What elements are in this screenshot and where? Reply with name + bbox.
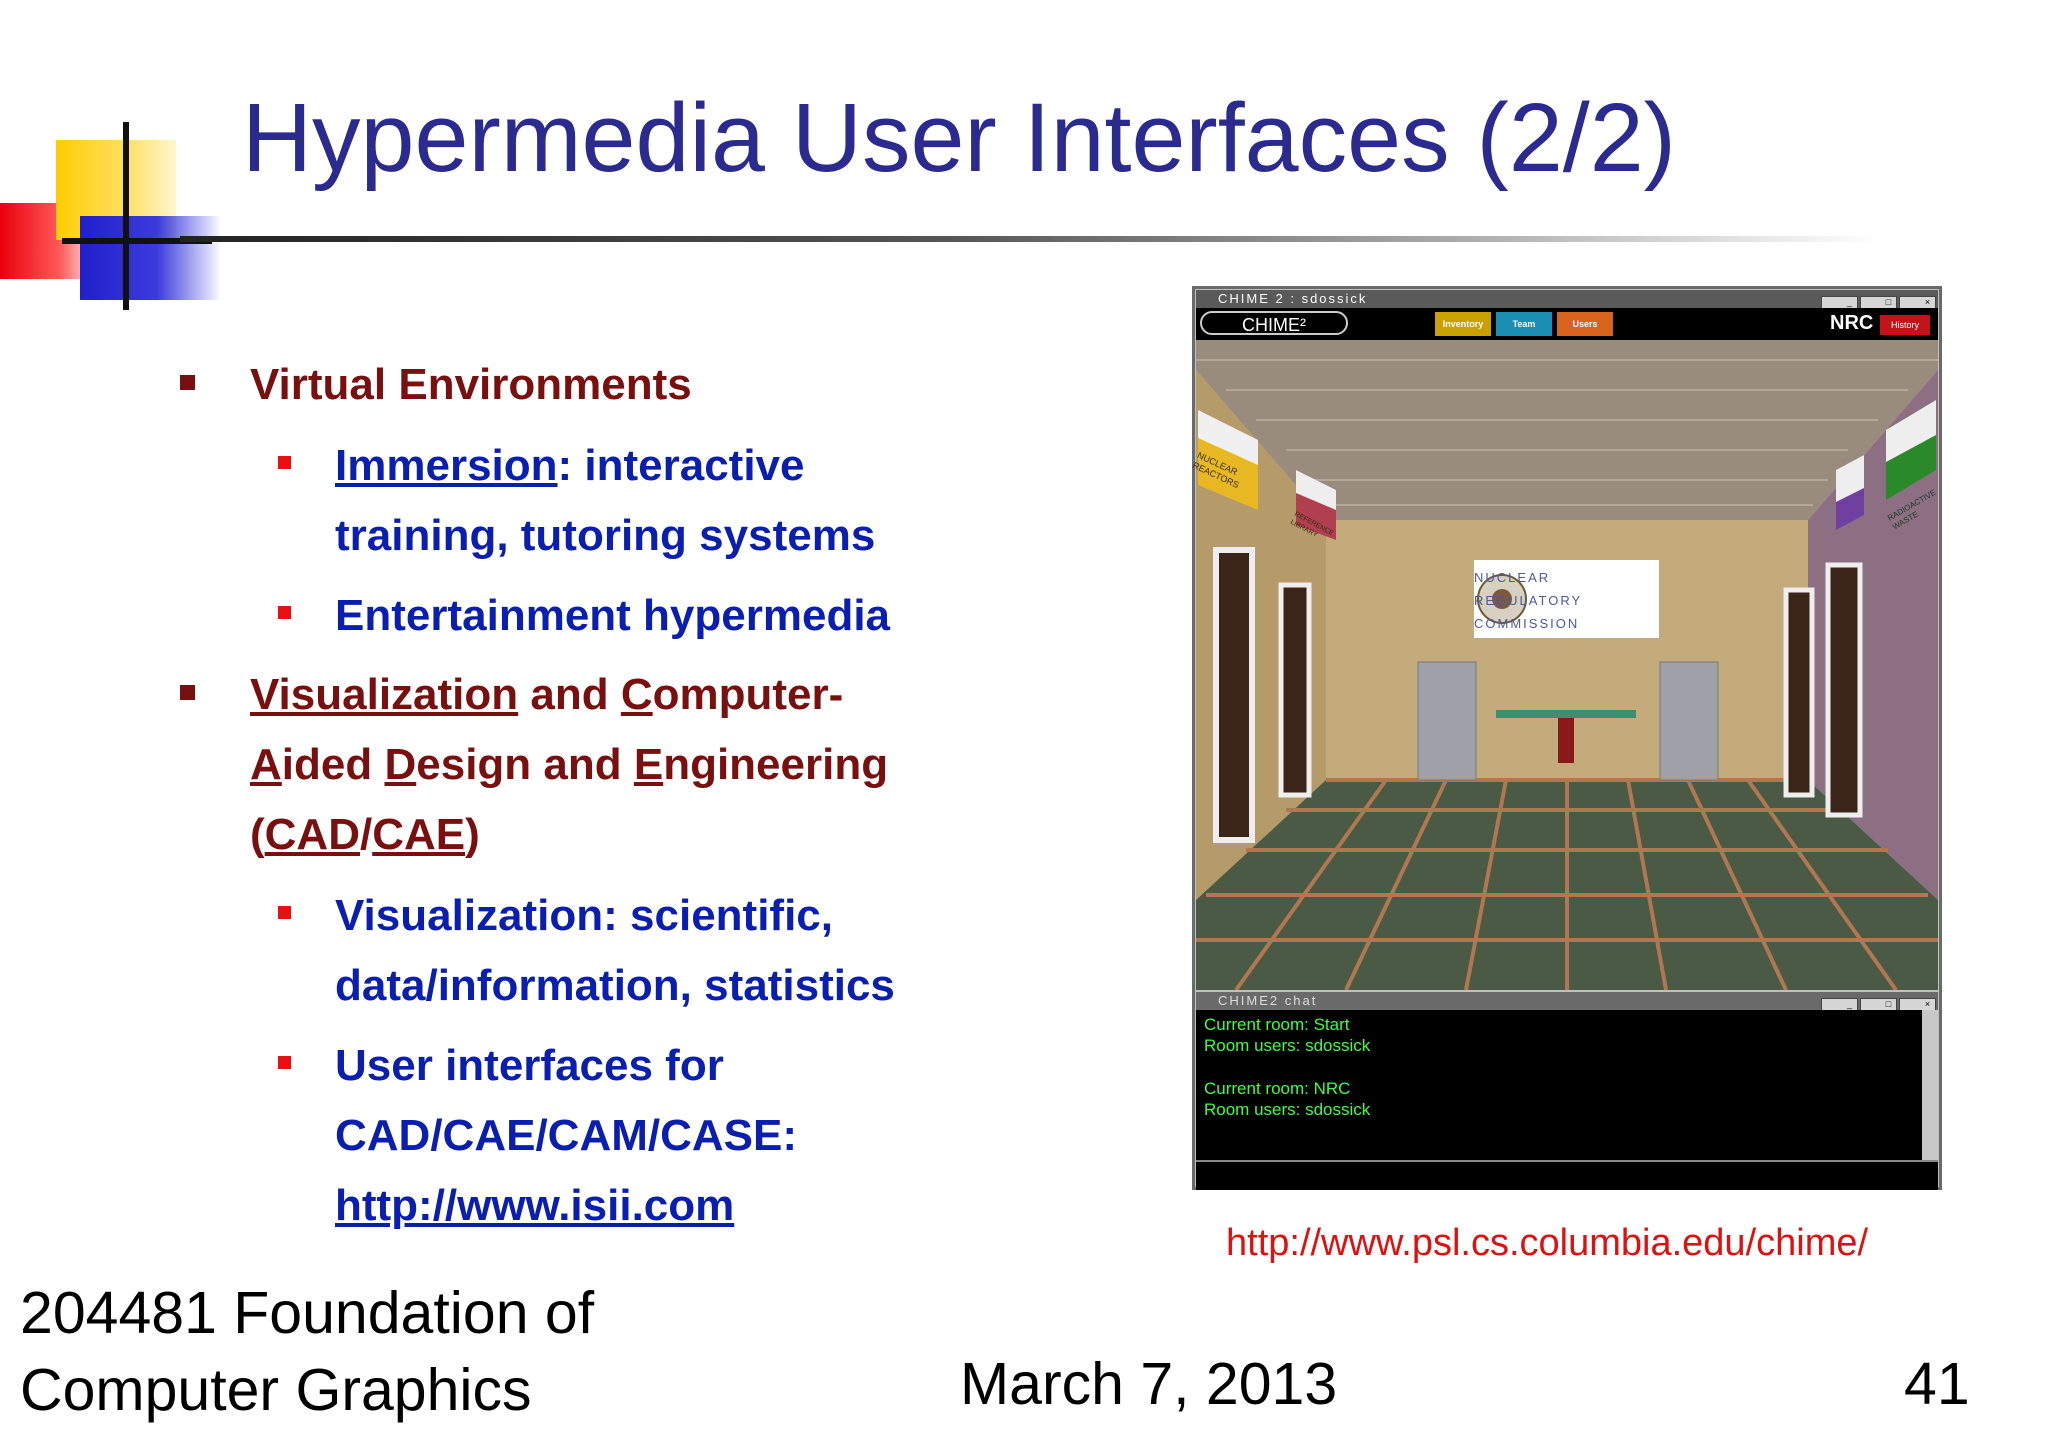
filing-cabinet-right (1659, 661, 1719, 781)
footer-date: March 7, 2013 (960, 1351, 1338, 1417)
page-number: 41 (1904, 1351, 1970, 1417)
footer-course-line-2: Computer Graphics (20, 1357, 532, 1423)
slide-title: Hypermedia User Interfaces (2/2) (242, 83, 1676, 192)
room-name: NRC (1830, 312, 1874, 334)
immersion-text: : interactive (557, 441, 805, 490)
footer-course: 204481 Foundation of Computer Graphics (20, 1275, 594, 1429)
bullet-marker (180, 685, 195, 700)
nrc-sign-line: COMMISSION (1474, 616, 1580, 631)
bullet-text: ngineering (663, 740, 889, 789)
sub-bullet-marker (278, 906, 291, 919)
filing-cabinet-left (1417, 661, 1477, 781)
chat-titlebar: CHIME2 chat _ □ × (1196, 992, 1938, 1012)
sub-bullet-visualization: Visualization: scientific, (335, 891, 833, 940)
underlined-letter: C (620, 670, 653, 719)
history-button[interactable]: History (1880, 315, 1930, 335)
virtual-room-scene (1196, 340, 1938, 990)
left-door-2 (1278, 582, 1312, 798)
immersion-line-2: training, tutoring systems (335, 511, 876, 560)
bullet-visualization-cad: Visualization and Computer- (250, 670, 843, 720)
nrc-sign-line: NUCLEAR (1474, 570, 1551, 585)
chat-line: Room users: sdossick (1204, 1036, 1371, 1055)
logo-vertical-line (123, 122, 129, 310)
underlined-letter: D (384, 740, 417, 789)
logo-blue-block (80, 216, 220, 300)
title-rule (180, 236, 1880, 242)
right-door-2 (1825, 562, 1863, 818)
chime-logo: CHIME² (1200, 311, 1348, 335)
isii-link[interactable]: http://www.isii.com (335, 1181, 734, 1231)
bullet-visualization-cad-line-2: Aided Design and Engineering (250, 740, 888, 790)
nav-users[interactable]: Users (1557, 312, 1613, 336)
bullet-text: ) (465, 810, 480, 859)
nav-team[interactable]: Team (1496, 312, 1552, 336)
left-door-1 (1213, 547, 1255, 843)
bullet-text: ided (281, 740, 385, 789)
chat-input[interactable] (1196, 1160, 1938, 1190)
chime-source-link[interactable]: http://www.psl.cs.columbia.edu/chime/ (1226, 1222, 1868, 1265)
chime-window-title: CHIME 2 : sdossick (1218, 291, 1368, 306)
visualization-link[interactable]: Visualization (250, 670, 518, 719)
bullet-marker (180, 375, 195, 390)
nrc-sign-text: NUCLEAR REGULATORY COMMISSION (1474, 566, 1582, 635)
sub-bullet-visualization-line-2: data/information, statistics (335, 961, 895, 1010)
cad-link[interactable]: CAD (265, 810, 360, 859)
sub-bullet-marker (278, 1056, 291, 1069)
chat-line: Current room: Start (1204, 1015, 1350, 1034)
footer-course-line-1: 204481 Foundation of (20, 1280, 595, 1346)
bullet-text: esign and (416, 740, 634, 789)
bullet-text: / (359, 810, 373, 859)
sub-bullet-user-interfaces: User interfaces for (335, 1041, 724, 1090)
chat-line: Room users: sdossick (1204, 1100, 1371, 1119)
sub-bullet-marker (278, 456, 291, 469)
chat-scrollbar[interactable] (1922, 1010, 1938, 1160)
sub-bullet-marker (278, 606, 291, 619)
chime-window-titlebar: CHIME 2 : sdossick _ □ × (1196, 290, 1938, 310)
chat-line: Current room: NRC (1204, 1079, 1351, 1098)
nav-inventory[interactable]: Inventory (1435, 312, 1491, 336)
underlined-letter: A (250, 740, 282, 789)
right-door-1 (1783, 587, 1815, 798)
immersion-link[interactable]: Immersion (335, 441, 558, 490)
nrc-sign-line: REGULATORY (1474, 593, 1583, 608)
underlined-letter: E (633, 740, 664, 789)
chat-title: CHIME2 chat (1218, 993, 1318, 1008)
sub-bullet-entertainment: Entertainment hypermedia (335, 591, 891, 640)
bullet-virtual-environments: Virtual Environments (250, 360, 692, 409)
bullet-text: and (518, 670, 621, 719)
bullet-visualization-cad-line-3: (CAD/CAE) (250, 810, 480, 860)
bullet-text: omputer- (652, 670, 844, 719)
sub-bullet-immersion: Immersion: interactive (335, 441, 805, 491)
sub-bullet-user-interfaces-line-2: CAD/CAE/CAM/CASE: (335, 1111, 797, 1160)
cae-link[interactable]: CAE (372, 810, 465, 859)
table (1496, 710, 1636, 718)
bullet-text: ( (250, 810, 265, 859)
